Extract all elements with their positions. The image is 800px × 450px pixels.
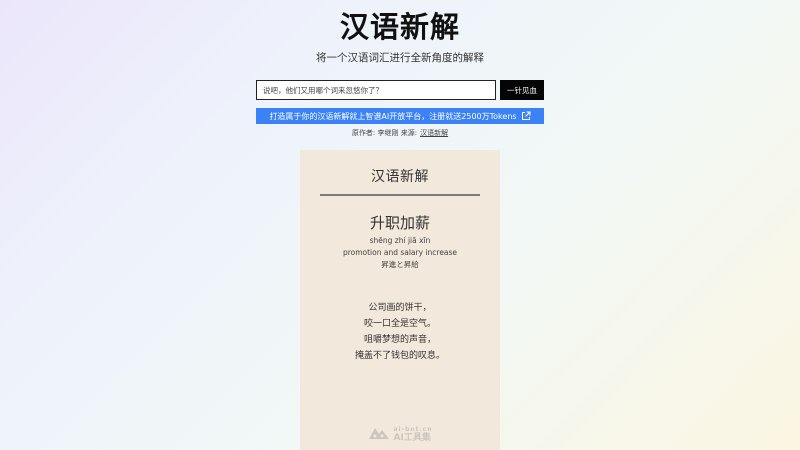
card-header: 汉语新解 [371, 169, 429, 185]
poem-line: 咬一口全是空气。 [363, 318, 436, 329]
card-pinyin: shēng zhí jiā xīn [369, 235, 431, 245]
page-subtitle: 将一个汉语词汇进行全新角度的解释 [316, 52, 484, 64]
result-card: 汉语新解 升职加薪 shēng zhí jiā xīn promotion an… [300, 150, 500, 450]
watermark-name: AI工具集 [393, 433, 431, 443]
credits: 原作者: 李继刚 来源: 汉语新解 [0, 128, 800, 138]
source-link[interactable]: 汉语新解 [420, 129, 448, 137]
poem-line: 公司画的饼干， [368, 302, 432, 313]
poem-line: 咀嚼梦想的声音， [363, 334, 436, 345]
card-divider [320, 194, 480, 196]
page: 汉语新解 将一个汉语词汇进行全新角度的解释 一针见血 打造属于你的汉语新解就上智… [0, 0, 800, 450]
card-english: promotion and salary increase [342, 247, 458, 257]
word-input[interactable] [256, 80, 496, 100]
credits-text: 原作者: 李继刚 来源: [351, 129, 418, 137]
ai-bot-logo-icon [368, 424, 390, 444]
card-word: 升职加薪 [369, 213, 430, 232]
promo-text: 打造属于你的汉语新解就上智谱AI开放平台，注册就送2500万Tokens [269, 111, 517, 121]
submit-button[interactable]: 一针见血 [500, 80, 544, 100]
poem-line: 掩盖不了钱包的叹息。 [354, 350, 445, 361]
watermark-text: ai-bot.cn AI工具集 [394, 425, 433, 443]
page-title: 汉语新解 [339, 10, 460, 44]
card-japanese: 昇進と昇給 [381, 259, 419, 269]
promo-banner[interactable]: 打造属于你的汉语新解就上智谱AI开放平台，注册就送2500万Tokens [256, 108, 544, 124]
search-row: 一针见血 [256, 80, 544, 100]
watermark: ai-bot.cn AI工具集 [300, 424, 500, 444]
external-link-icon [521, 111, 531, 121]
card-poem: 公司画的饼干， 咬一口全是空气。 咀嚼梦想的声音， 掩盖不了钱包的叹息。 [300, 300, 500, 364]
